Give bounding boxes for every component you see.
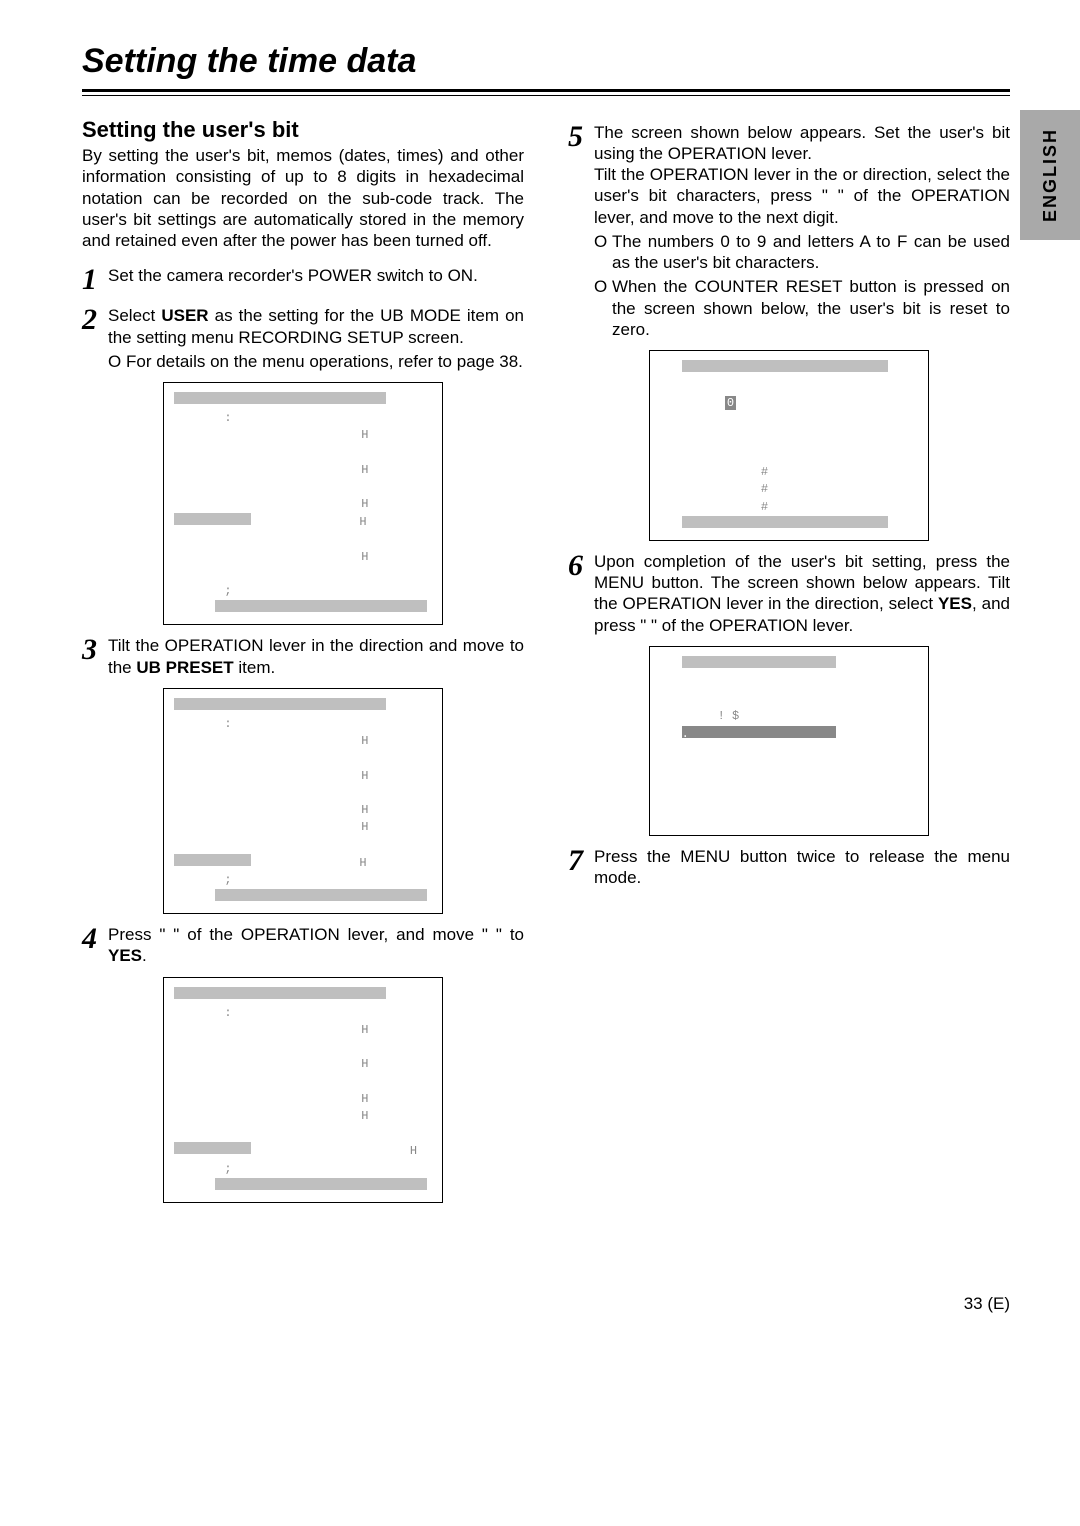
panel3-h1: H xyxy=(361,734,368,748)
step-body-6: Upon completion of the user's bit settin… xyxy=(594,551,1010,636)
screen-panel-step-2: : H H H H H xyxy=(163,382,443,625)
step-3-text-c: item. xyxy=(234,658,276,677)
screen-panel-step-4: : H H H H H xyxy=(163,977,443,1203)
screen-panel-step-6: ! $ . xyxy=(649,646,929,836)
step-3-text-a: Tilt the OPERATION lever in the xyxy=(108,636,359,655)
step-5-bullet-1-text: The numbers 0 to 9 and letters A to F ca… xyxy=(612,231,1010,274)
screen-panel-step-3: : H H H H H ; xyxy=(163,688,443,914)
step-2-bullet: O For details on the menu operations, re… xyxy=(108,351,524,372)
step-body-5: The screen shown below appears. Set the … xyxy=(594,122,1010,341)
panel5-hash-2: # xyxy=(761,482,768,496)
step-3: 3 Tilt the OPERATION lever in the direct… xyxy=(82,635,524,678)
step-2-bold-user: USER xyxy=(161,306,208,325)
panel6-bang: ! $ xyxy=(718,709,740,723)
step-number-7: 7 xyxy=(568,846,594,889)
step-body-7: Press the MENU button twice to release t… xyxy=(594,846,1010,889)
step-number-5: 5 xyxy=(568,122,594,341)
panel3-h4: H xyxy=(359,856,366,870)
step-number-1: 1 xyxy=(82,265,108,295)
panel4-h3b: H xyxy=(361,1109,368,1123)
left-column: Setting the user's bit By setting the us… xyxy=(82,116,524,1213)
step-body-2: Select USER as the setting for the UB MO… xyxy=(108,305,524,372)
panel4-h1: H xyxy=(361,1023,368,1037)
step-body-1: Set the camera recorder's POWER switch t… xyxy=(108,265,524,295)
step-5-bullet-2-text: When the COUNTER RESET button is pressed… xyxy=(612,276,1010,340)
intro-paragraph: By setting the user's bit, memos (dates,… xyxy=(82,145,524,251)
step-4: 4 Press " " of the OPERATION lever, and … xyxy=(82,924,524,967)
step-body-3: Tilt the OPERATION lever in the directio… xyxy=(108,635,524,678)
step-4-text-a: Press " " of the OPERATION lever, and mo… xyxy=(108,925,524,944)
panel2-h4: H xyxy=(361,550,368,564)
bullet-marker: O xyxy=(594,231,612,274)
panel5-zero: 0 xyxy=(725,396,736,410)
step-2: 2 Select USER as the setting for the UB … xyxy=(82,305,524,372)
panel2-h3a: H xyxy=(361,497,368,511)
panel2-h1: H xyxy=(361,428,368,442)
right-column: 5 The screen shown below appears. Set th… xyxy=(568,116,1010,1213)
step-2-text-a: Select xyxy=(108,306,161,325)
step-number-2: 2 xyxy=(82,305,108,372)
panel4-h4: H xyxy=(410,1144,417,1158)
page-title: Setting the time data xyxy=(82,40,1010,83)
bullet-marker: O xyxy=(108,351,126,372)
step-number-6: 6 xyxy=(568,551,594,636)
step-body-4: Press " " of the OPERATION lever, and mo… xyxy=(108,924,524,967)
panel2-semi: ; xyxy=(224,584,231,598)
step-6: 6 Upon completion of the user's bit sett… xyxy=(568,551,1010,636)
panel3-colon: : xyxy=(224,717,231,731)
step-6-bold-yes: YES xyxy=(938,594,972,613)
panel3-h3b: H xyxy=(361,820,368,834)
step-5-text-tilt: Tilt the OPERATION lever in the or direc… xyxy=(594,165,1010,227)
content-columns: Setting the user's bit By setting the us… xyxy=(82,116,1010,1213)
step-5-text-a: The screen shown below appears. Set the … xyxy=(594,123,1010,163)
step-number-3: 3 xyxy=(82,635,108,678)
panel4-semi: ; xyxy=(224,1162,231,1176)
title-rule xyxy=(82,89,1010,96)
page-number: 33 (E) xyxy=(82,1293,1010,1314)
panel5-hash-1: # xyxy=(761,465,768,479)
bullet-marker: O xyxy=(594,276,612,340)
panel5-hash-3: # xyxy=(761,500,768,514)
panel3-h3a: H xyxy=(361,803,368,817)
panel2-colon: : xyxy=(224,411,231,425)
section-heading: Setting the user's bit xyxy=(82,116,524,144)
step-1: 1 Set the camera recorder's POWER switch… xyxy=(82,265,524,295)
panel3-semi: ; xyxy=(224,873,231,887)
step-5-bullet-1: O The numbers 0 to 9 and letters A to F … xyxy=(594,231,1010,274)
screen-panel-step-5: 0 # # # xyxy=(649,350,929,541)
language-tab: ENGLISH xyxy=(1020,110,1080,240)
step-4-text-b: . xyxy=(142,946,147,965)
step-number-4: 4 xyxy=(82,924,108,967)
step-5: 5 The screen shown below appears. Set th… xyxy=(568,122,1010,341)
panel4-h3a: H xyxy=(361,1092,368,1106)
panel3-h2: H xyxy=(361,769,368,783)
language-tab-label: ENGLISH xyxy=(1039,128,1062,222)
step-5-bullet-2: O When the COUNTER RESET button is press… xyxy=(594,276,1010,340)
panel4-h2: H xyxy=(361,1057,368,1071)
step-4-bold-yes: YES xyxy=(108,946,142,965)
panel6-dot: . xyxy=(682,727,689,741)
step-2-bullet-text: For details on the menu operations, refe… xyxy=(126,351,523,372)
panel2-h3b: H xyxy=(359,515,366,529)
step-3-bold-ubp: UB PRESET xyxy=(136,658,233,677)
step-7: 7 Press the MENU button twice to release… xyxy=(568,846,1010,889)
panel4-colon: : xyxy=(224,1006,231,1020)
panel2-h2: H xyxy=(361,463,368,477)
